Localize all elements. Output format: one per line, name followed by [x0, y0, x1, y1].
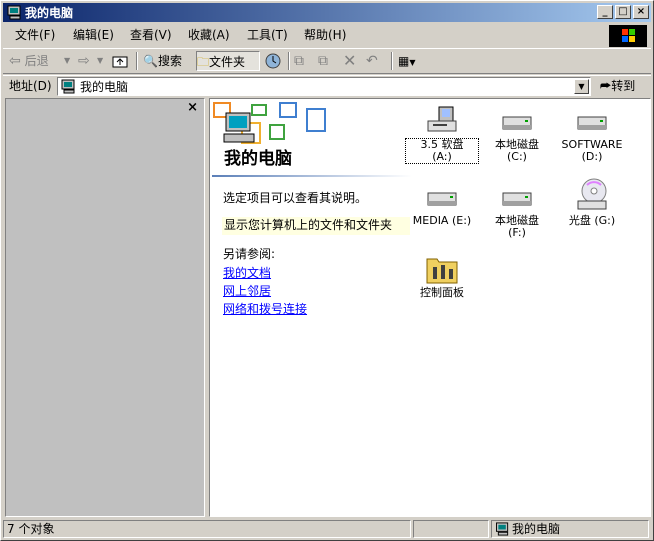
views-icon: ▦: [398, 54, 410, 68]
address-value: 我的电脑: [80, 80, 129, 94]
floppy-drive-icon: [427, 106, 457, 132]
info-description: 选定项目可以查看其说明。: [223, 191, 368, 205]
computer-icon: [223, 112, 255, 143]
status-bar: 7 个对象 我的电脑: [3, 519, 651, 539]
up-folder-button[interactable]: [111, 51, 131, 71]
hard-disk-icon: [427, 192, 457, 206]
menu-tools[interactable]: 工具(T): [247, 28, 288, 42]
my-computer-icon: [496, 522, 509, 536]
info-title: 我的电脑: [224, 149, 292, 169]
forward-dropdown-icon[interactable]: ▼: [97, 51, 107, 71]
status-zone: 我的电脑: [491, 520, 649, 538]
back-dropdown-icon[interactable]: ▼: [64, 51, 74, 71]
history-icon: [265, 53, 281, 69]
go-button[interactable]: ⮫转到: [600, 78, 635, 96]
views-dropdown-icon: ▼: [409, 58, 416, 67]
hard-disk-icon: [502, 116, 532, 130]
status-zone-label: 我的电脑: [512, 522, 561, 536]
close-button[interactable]: ×: [633, 5, 649, 19]
menu-favorites[interactable]: 收藏(A): [188, 28, 230, 42]
see-also-label: 另请参阅:: [223, 247, 276, 261]
menu-bar: 文件(F) 编辑(E) 查看(V) 收藏(A) 工具(T) 帮助(H): [3, 24, 651, 47]
undo-icon[interactable]: ↶: [366, 51, 386, 71]
go-arrow-icon: ⮫: [600, 79, 612, 93]
title-divider: [212, 175, 412, 177]
address-label: 地址(D): [9, 79, 52, 93]
drive-f[interactable]: 本地磁盘 (F:): [481, 181, 553, 239]
hard-disk-icon: [577, 116, 607, 130]
delete-icon[interactable]: ✕: [343, 51, 363, 71]
drive-d-label: SOFTWARE (D:): [561, 138, 623, 163]
drive-g-label: 光盘 (G:): [568, 214, 616, 227]
menu-view[interactable]: 查看(V): [130, 28, 172, 42]
menu-edit[interactable]: 编辑(E): [73, 28, 114, 42]
back-arrow-icon: ⇦: [9, 53, 21, 69]
title-bar[interactable]: 我的电脑 _ □ ×: [3, 3, 651, 22]
drive-c-label: 本地磁盘 (C:): [495, 138, 539, 163]
folders-icon: 🗀: [197, 55, 210, 69]
my-computer-icon: [61, 79, 75, 94]
menu-file[interactable]: 文件(F): [15, 28, 55, 42]
control-panel[interactable]: 控制面板: [406, 253, 478, 299]
close-icon[interactable]: ×: [187, 101, 198, 115]
address-dropdown-icon[interactable]: ▼: [574, 79, 589, 94]
drive-a-label: 3.5 软盘 (A:): [405, 138, 479, 164]
search-icon: 🔍: [143, 54, 158, 68]
hard-disk-icon: [502, 192, 532, 206]
address-bar: 地址(D) 我的电脑 ▼ ⮫转到: [3, 75, 651, 97]
views-button[interactable]: ▦▼: [398, 51, 426, 71]
drive-f-label: 本地磁盘 (F:): [495, 214, 539, 239]
back-button[interactable]: ⇦ 后退: [9, 51, 63, 71]
link-network-places[interactable]: 网上邻居: [223, 284, 271, 298]
drive-c[interactable]: 本地磁盘 (C:): [481, 105, 553, 163]
drive-e-label: MEDIA (E:): [412, 214, 472, 227]
link-network-dialup[interactable]: 网络和拨号连接: [223, 302, 307, 316]
minimize-button[interactable]: _: [597, 5, 613, 19]
explorer-window: 我的电脑 _ □ × 文件(F) 编辑(E) 查看(V) 收藏(A) 工具(T)…: [0, 0, 654, 541]
history-button[interactable]: [264, 51, 284, 71]
control-panel-icon: [426, 258, 458, 284]
drive-e[interactable]: MEDIA (E:): [406, 181, 478, 227]
drive-g[interactable]: 光盘 (G:): [556, 177, 628, 227]
link-my-documents[interactable]: 我的文档: [223, 266, 271, 280]
drive-d[interactable]: SOFTWARE (D:): [556, 105, 628, 163]
control-panel-label: 控制面板: [420, 286, 464, 299]
search-button[interactable]: 🔍搜索: [143, 51, 193, 71]
copy-to-icon[interactable]: ⧉: [318, 51, 338, 71]
status-empty: [413, 520, 489, 538]
my-computer-icon: [7, 5, 21, 20]
folders-button[interactable]: 🗀文件夹: [196, 51, 260, 71]
move-to-icon[interactable]: ⧉: [294, 51, 314, 71]
cd-drive-icon: [577, 178, 607, 210]
content-view: 我的电脑 选定项目可以查看其说明。 显示您计算机上的文件和文件夹 另请参阅: 我…: [209, 98, 651, 517]
address-input[interactable]: 我的电脑 ▼: [57, 77, 591, 96]
forward-arrow-icon[interactable]: ⇨: [78, 51, 96, 71]
explorer-bar: ×: [5, 98, 205, 517]
maximize-button[interactable]: □: [615, 5, 631, 19]
windows-logo-icon: [609, 25, 647, 47]
info-tooltip: 显示您计算机上的文件和文件夹: [222, 217, 410, 235]
standard-toolbar: ⇦ 后退 ▼ ⇨ ▼ 🔍搜索 🗀文件夹 ⧉ ⧉ ✕ ↶ ▦▼: [3, 48, 651, 74]
menu-help[interactable]: 帮助(H): [304, 28, 346, 42]
up-folder-icon: [112, 56, 128, 68]
drive-a[interactable]: 3.5 软盘 (A:): [405, 105, 479, 164]
window-title: 我的电脑: [25, 6, 74, 20]
status-count: 7 个对象: [3, 520, 411, 538]
